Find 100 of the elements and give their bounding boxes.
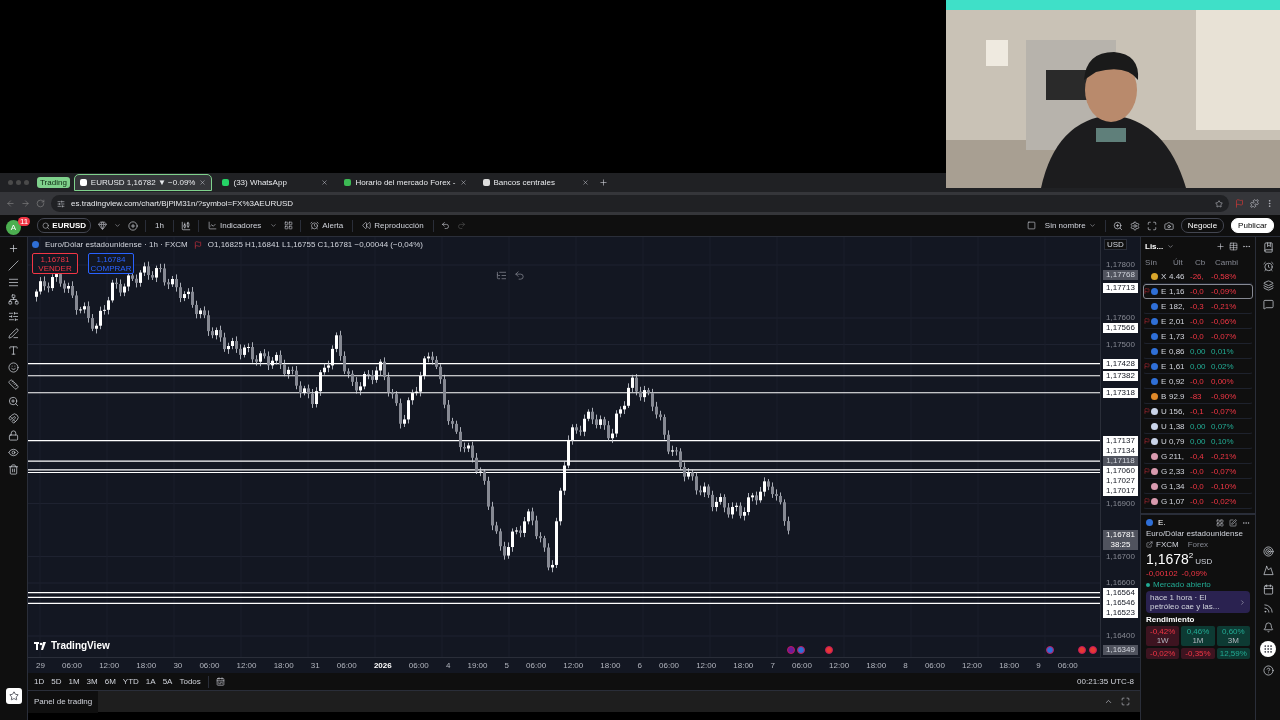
watchlist-row[interactable]: E 1,61 0,00 0,02%: [1143, 359, 1253, 374]
last-price: 211,: [1169, 452, 1185, 461]
symbol-text: U: [1161, 437, 1168, 446]
time-axis-label: 06:00: [924, 661, 945, 670]
browser-tab[interactable]: (33) WhatsApp: [216, 174, 335, 191]
range-button[interactable]: 1M: [68, 677, 80, 686]
watchlist-row[interactable]: G 1,34 -0,0 -0,10%: [1143, 479, 1253, 494]
watchlist-row[interactable]: U 1,38 0,00 0,07%: [1143, 419, 1253, 434]
layout-name-button[interactable]: Sin nombre: [1042, 221, 1098, 230]
last-price: 2,33: [1169, 467, 1186, 476]
watchlist-row[interactable]: E 0,86 0,00 0,01%: [1143, 344, 1253, 359]
time-axis-label: 6: [637, 661, 642, 670]
price-label: 1,17768: [1103, 270, 1138, 280]
column-header[interactable]: Cambi: [1215, 258, 1251, 267]
time-axis-label: 06:00: [791, 661, 812, 670]
symbol-text: E: [1161, 302, 1168, 311]
watchlist-row[interactable]: E 1,73 -0,0 -0,07%: [1143, 329, 1253, 344]
notification-badge: 11: [18, 216, 31, 226]
column-header[interactable]: Cb: [1195, 258, 1215, 267]
price-label: 1,16349: [1103, 644, 1138, 655]
symbol-text: E: [1161, 332, 1168, 341]
time-axis-label: 18:00: [600, 661, 621, 670]
watchlist-row[interactable]: U 0,79 0,00 0,10%: [1143, 434, 1253, 449]
address-field[interactable]: es.tradingview.com/chart/BjPlM31n/?symbol=FX%3AEURUSD: [51, 195, 1229, 212]
time-axis-label: 12:00: [236, 661, 257, 670]
price-change: 0,00: [1190, 422, 1207, 431]
currency-text: USD: [1195, 557, 1213, 566]
time-axis-label: 12:00: [99, 661, 120, 670]
percent-change: 0,07%: [1211, 422, 1235, 431]
watchlist-title[interactable]: Lis...: [1145, 242, 1164, 251]
range-button[interactable]: 5D: [51, 677, 62, 686]
price-change: -26,: [1190, 272, 1205, 281]
symbol-search[interactable]: EURUSD: [37, 218, 92, 233]
price-change: 0,00: [1190, 362, 1207, 371]
section-title: Rendimiento: [1146, 615, 1196, 624]
toolbar-button[interactable]: Alerta: [308, 221, 346, 230]
percent-change: -0,09%: [1211, 287, 1238, 296]
price-label: 1,17137: [1103, 435, 1138, 446]
time-axis-label: 29: [36, 661, 45, 670]
time-axis-label: 18:00: [733, 661, 754, 670]
browser-tab[interactable]: EURUSD 1,16782 ▼ −0.09%: [73, 174, 213, 191]
range-button[interactable]: Todos: [179, 677, 201, 686]
symbol-text: G: [1161, 467, 1169, 476]
interval-button[interactable]: 1h: [153, 221, 166, 230]
price-tick-label: 1,17600: [1105, 313, 1136, 323]
time-axis-label: 12:00: [563, 661, 584, 670]
watchlist-row[interactable]: B 92.9 -83 -0,90%: [1143, 389, 1253, 404]
panel-tab[interactable]: Panel de trading: [28, 690, 99, 713]
watchlist-row[interactable]: E 182, -0,3 -0,21%: [1143, 299, 1253, 314]
watchlist-row[interactable]: E 0,92 -0,0 0,00%: [1143, 374, 1253, 389]
time-axis-label: 7: [770, 661, 775, 670]
time-axis-label: 18:00: [999, 661, 1020, 670]
price-tick-label: 1,16900: [1105, 498, 1136, 509]
price-label: 1,17318: [1103, 387, 1138, 398]
symbol-name: E.: [1158, 518, 1166, 527]
price-label: 1,17060: [1103, 465, 1138, 476]
watchlist-row[interactable]: E 1,16 -0,0 -0,09%: [1143, 284, 1253, 299]
range-button[interactable]: 1D: [34, 677, 45, 686]
column-header[interactable]: Últ: [1173, 258, 1195, 267]
percent-change: 0,10%: [1211, 437, 1235, 446]
range-button[interactable]: 3M: [86, 677, 98, 686]
last-price: 0,79: [1169, 437, 1186, 446]
range-button[interactable]: 1A: [145, 677, 156, 686]
watchlist-row[interactable]: G 1,07 -0,0 -0,02%: [1143, 494, 1253, 509]
symbol-text: G: [1161, 482, 1169, 491]
browser-tab[interactable]: Bancos centrales: [476, 174, 595, 191]
price-change: -0,0: [1190, 467, 1205, 476]
range-button[interactable]: 5A: [162, 677, 173, 686]
last-price: 0,86: [1169, 347, 1186, 356]
price-change: -0,00102: [1146, 569, 1178, 578]
watchlist-row[interactable]: X 4.46 -26, -0,58%: [1143, 269, 1253, 284]
symbol-text: G: [1161, 452, 1169, 461]
sell-button[interactable]: 1,16781 VENDER: [32, 253, 78, 274]
time-axis-label: 06:00: [659, 661, 680, 670]
range-button[interactable]: YTD: [122, 677, 139, 686]
publish-button[interactable]: Publicar: [1231, 218, 1274, 233]
buy-button[interactable]: 1,16784 COMPRAR: [88, 253, 134, 274]
trade-button[interactable]: Negocie: [1180, 218, 1225, 233]
last-price: 1,38: [1169, 422, 1186, 431]
percent-change: -0,09%: [1181, 569, 1207, 578]
toolbar-button[interactable]: Reproducción: [360, 221, 426, 230]
price-tick-label: 1,17500: [1105, 339, 1136, 350]
last-price: 1,34: [1169, 482, 1186, 491]
watchlist-row[interactable]: U 156, -0,1 -0,07%: [1143, 404, 1253, 419]
performance-cell: -0,02%: [1146, 648, 1180, 659]
watchlist-row[interactable]: G 211, -0,4 -0,21%: [1143, 449, 1253, 464]
performance-cell: -0,35%: [1181, 648, 1215, 659]
range-button[interactable]: 6M: [104, 677, 116, 686]
time-axis-label: 5: [504, 661, 509, 670]
browser-tab[interactable]: Horario del mercado Forex -: [338, 174, 473, 191]
price-change: 0,00: [1190, 347, 1207, 356]
performance-cell: 0,46% 1M: [1181, 626, 1215, 646]
tab-group-label[interactable]: Trading: [37, 177, 70, 188]
watchlist-row[interactable]: G 2,33 -0,0 -0,07%: [1143, 464, 1253, 479]
watchlist-row[interactable]: E 2,01 -0,0 -0,06%: [1143, 314, 1253, 329]
news-card[interactable]: hace 1 hora · El petróleo cae y las...: [1146, 591, 1250, 613]
toolbar-button[interactable]: Indicadores: [206, 221, 264, 230]
column-header[interactable]: Sín: [1145, 258, 1173, 267]
time-axis-label: 12:00: [696, 661, 717, 670]
currency-selector[interactable]: USD: [1104, 239, 1127, 250]
